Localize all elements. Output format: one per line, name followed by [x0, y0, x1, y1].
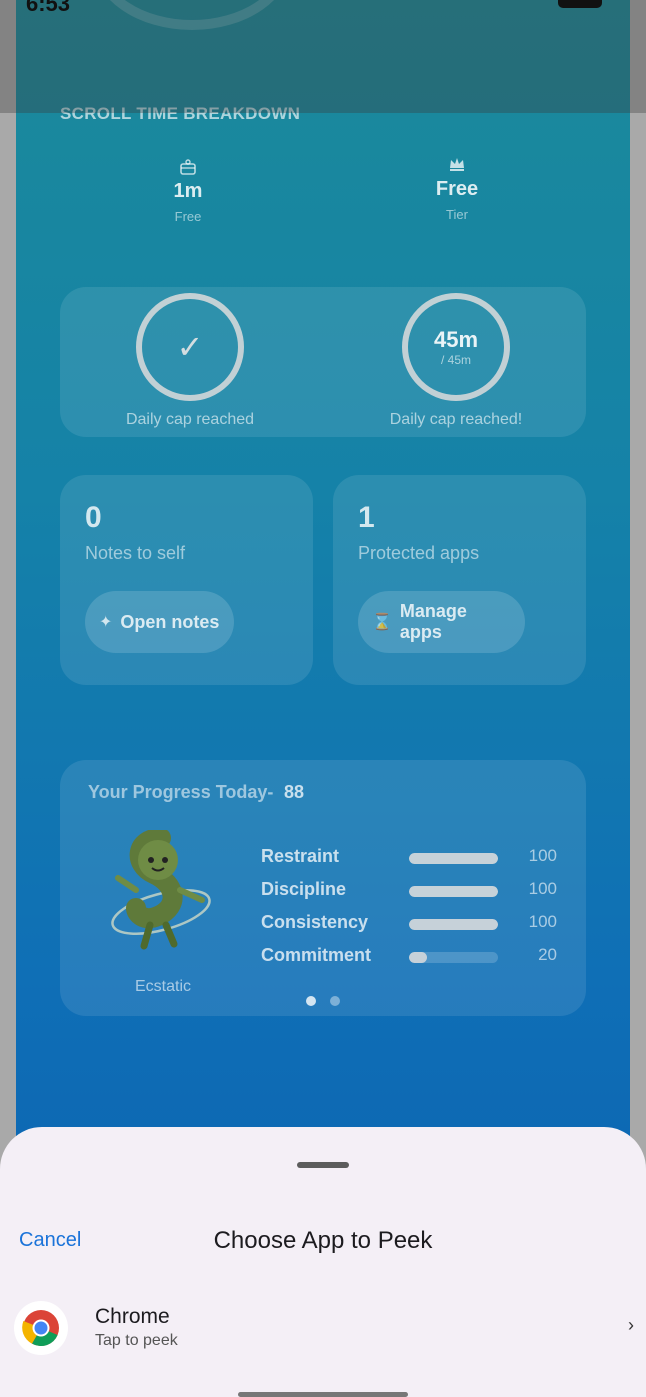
- time-cap-label: Daily cap reached!: [389, 411, 523, 428]
- free-time-stat: 1m Free: [108, 158, 268, 224]
- sparkle-icon: ✦: [99, 614, 113, 631]
- daily-caps-card: ✓ Daily cap reached 45m / 45m Daily cap …: [60, 287, 586, 437]
- metric-discipline: Discipline 100: [261, 879, 561, 903]
- hourglass-icon: ⌛: [372, 614, 392, 631]
- open-notes-button[interactable]: ✦ Open notes: [85, 591, 234, 653]
- home-indicator[interactable]: [238, 1392, 408, 1397]
- tier-label: Tier: [446, 207, 468, 222]
- battery-icon: [558, 0, 602, 8]
- metric-bar-fill: [409, 853, 498, 864]
- metric-name: Restraint: [261, 846, 340, 866]
- chevron-right-icon: ›: [628, 1315, 634, 1335]
- app-picker-sheet: Choose App to Peek Cancel Chrome Tap to …: [0, 1127, 646, 1397]
- metric-bar: [409, 952, 498, 963]
- free-time-value: 1m: [173, 180, 203, 202]
- gift-icon: [108, 158, 268, 180]
- time-limit-value: / 45m: [440, 353, 471, 367]
- metric-bar: [409, 886, 498, 897]
- progress-card: Your Progress Today- 88 Ecstatic Restrai…: [60, 760, 586, 1016]
- daily-cap-ring: ✓: [136, 293, 244, 401]
- status-time: 6:53: [26, 0, 71, 16]
- check-icon: ✓: [176, 329, 204, 365]
- tier-value: Free: [435, 178, 479, 200]
- metric-bar-fill: [409, 952, 427, 963]
- mood-label: Ecstatic: [134, 978, 191, 995]
- sheet-title: Choose App to Peek: [213, 1227, 433, 1254]
- notes-count: 0: [85, 501, 102, 534]
- app-name: Chrome: [95, 1305, 170, 1328]
- metric-value: 100: [528, 912, 557, 931]
- metric-name: Discipline: [261, 879, 347, 899]
- status-bar: 6:53: [0, 0, 646, 16]
- metric-bar: [409, 853, 498, 864]
- protected-apps-label: Protected apps: [358, 543, 480, 563]
- top-overlay: [0, 0, 646, 113]
- app-list-item-chrome[interactable]: Chrome Tap to peek ›: [0, 1295, 646, 1363]
- metric-restraint: Restraint 100: [261, 846, 561, 870]
- daily-cap-label: Daily cap reached: [125, 411, 255, 428]
- protected-apps-count: 1: [358, 501, 375, 534]
- progress-title: Your Progress Today-: [88, 782, 274, 802]
- metric-value: 20: [538, 945, 557, 964]
- free-time-label: Free: [174, 209, 202, 224]
- metric-consistency: Consistency 100: [261, 912, 561, 936]
- cancel-button[interactable]: Cancel: [19, 1229, 81, 1252]
- page-indicator[interactable]: [306, 996, 340, 1006]
- time-used-value: 45m: [433, 327, 479, 352]
- chrome-icon: [14, 1301, 68, 1355]
- manage-apps-label: Manage apps: [399, 601, 467, 642]
- page-dot[interactable]: [330, 996, 340, 1006]
- progress-score: 88: [284, 782, 305, 802]
- metric-name: Commitment: [261, 945, 372, 965]
- metric-bar-fill: [409, 919, 498, 930]
- metric-value: 100: [528, 879, 557, 898]
- mascot-image: [111, 830, 211, 950]
- notes-card: 0 Notes to self ✦ Open notes: [60, 475, 313, 685]
- metric-name: Consistency: [261, 912, 369, 932]
- metric-bar-fill: [409, 886, 498, 897]
- open-notes-label: Open notes: [120, 611, 220, 632]
- metric-value: 100: [528, 846, 557, 865]
- app-subtitle: Tap to peek: [95, 1332, 178, 1349]
- page-dot[interactable]: [306, 996, 316, 1006]
- protected-apps-card: 1 Protected apps ⌛ Manage apps: [333, 475, 586, 685]
- notes-label: Notes to self: [85, 543, 186, 563]
- metric-commitment: Commitment 20: [261, 945, 561, 969]
- metric-bar: [409, 919, 498, 930]
- crown-icon: [377, 156, 537, 178]
- tier-stat: Free Tier: [377, 156, 537, 222]
- manage-apps-button[interactable]: ⌛ Manage apps: [358, 591, 525, 653]
- time-cap-ring: 45m / 45m: [402, 293, 510, 401]
- drag-handle[interactable]: [297, 1162, 349, 1168]
